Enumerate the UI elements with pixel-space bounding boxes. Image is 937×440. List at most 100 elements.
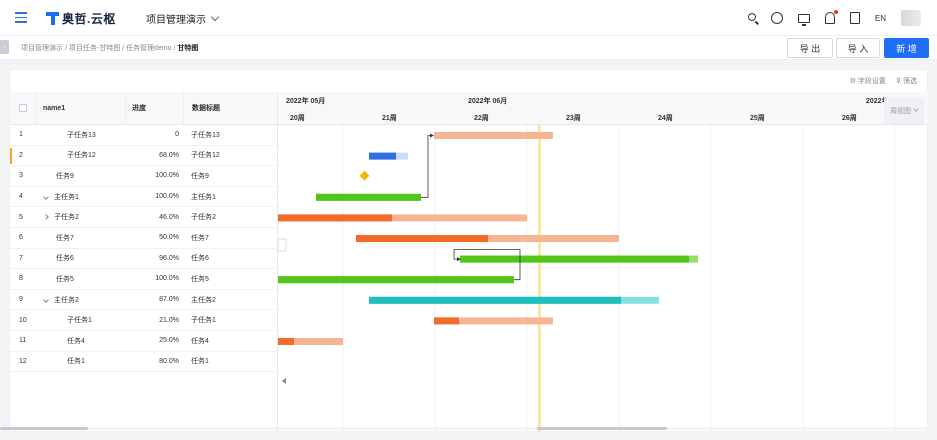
table-row[interactable]: 11 任务4 25.0% 任务4: [10, 331, 277, 352]
field-settings-button[interactable]: 字段设置: [850, 76, 886, 86]
progress-cell: 50.0%: [159, 234, 179, 242]
breadcrumb-separator: /: [122, 45, 125, 52]
sidebar-expand-tab[interactable]: ›: [0, 40, 9, 54]
row-index: 8: [19, 275, 23, 283]
week-label: 24周: [658, 115, 673, 122]
language-switch[interactable]: EN: [875, 14, 886, 23]
task-name-cell[interactable]: 子任务1: [36, 315, 125, 325]
breadcrumb-current: 甘特图: [177, 45, 199, 52]
task-name-cell[interactable]: 任务1: [36, 356, 125, 366]
export-button[interactable]: 导 出: [787, 38, 833, 58]
column-header-progress[interactable]: 进度: [125, 92, 183, 124]
row-index: 12: [19, 357, 27, 365]
table-row[interactable]: 4 主任务1 100.0% 主任务1: [10, 187, 277, 208]
palette-icon[interactable]: [770, 12, 783, 24]
table-row[interactable]: 2 子任务12 68.0% 子任务12: [10, 146, 277, 167]
project-selector[interactable]: 项目管理演示: [146, 11, 220, 26]
table-row[interactable]: 1 子任务13 0 子任务13: [10, 125, 277, 146]
task-name: 子任务2: [54, 214, 79, 222]
task-name-cell[interactable]: 子任务12: [36, 150, 125, 160]
task-bar-progress[interactable]: [369, 152, 396, 160]
breadcrumb-item[interactable]: 任务管理demo: [126, 45, 172, 52]
task-name: 任务9: [56, 172, 74, 180]
task-bar-progress[interactable]: [316, 193, 421, 201]
row-index: 4: [19, 193, 23, 201]
hamburger-menu-icon[interactable]: [15, 12, 27, 23]
horizontal-scroll-track: [9, 427, 928, 430]
task-name: 子任务13: [67, 131, 96, 139]
select-all-checkbox[interactable]: [19, 104, 27, 112]
task-bar-progress[interactable]: [278, 338, 294, 345]
table-row[interactable]: 5 子任务2 46.0% 子任务2: [10, 207, 277, 228]
table-row[interactable]: 6 任务7 50.0% 任务7: [10, 228, 277, 249]
breadcrumb-item[interactable]: 项目管理演示: [21, 45, 63, 52]
task-name-cell[interactable]: 主任务1: [36, 192, 125, 202]
logo-mark-icon: [46, 11, 59, 25]
data-title-cell: 任务1: [191, 358, 209, 366]
table-row[interactable]: 7 任务6 96.0% 任务6: [10, 249, 277, 270]
task-bar-progress[interactable]: [278, 214, 392, 222]
table-row[interactable]: 8 任务5 100.0% 任务5: [10, 269, 277, 290]
table-row[interactable]: 12 任务1 80.0% 任务1: [10, 352, 277, 373]
task-name: 任务5: [56, 275, 74, 283]
row-index: 1: [19, 131, 23, 139]
task-bar-progress[interactable]: [356, 235, 488, 242]
task-name: 子任务1: [67, 317, 92, 325]
data-title-cell: 子任务1: [191, 317, 216, 325]
task-name-cell[interactable]: 主任务2: [36, 295, 125, 305]
task-bar-progress[interactable]: [434, 317, 459, 325]
gantt-scrollbar[interactable]: [537, 427, 667, 430]
progress-cell: 100.0%: [155, 193, 179, 201]
avatar[interactable]: [901, 10, 921, 26]
milestone-diamond[interactable]: [359, 170, 370, 181]
filter-button[interactable]: 筛选: [896, 76, 917, 86]
task-bar-progress[interactable]: [369, 296, 621, 304]
breadcrumb-item[interactable]: 项目任务-甘特图: [69, 45, 120, 52]
brand-logo[interactable]: 奥哲.云枢: [46, 9, 116, 27]
task-name-cell[interactable]: 任务7: [36, 233, 125, 243]
grid-body: 1 子任务13 0 子任务13 2 子任务12 68.0% 子任务12 3 任务9 100.0% 任务…: [10, 125, 277, 373]
progress-cell: 25.0%: [159, 337, 179, 345]
task-name: 子任务12: [67, 152, 96, 160]
expand-caret-icon[interactable]: [43, 214, 49, 221]
monitor-icon[interactable]: [797, 13, 810, 26]
row-index: 6: [19, 234, 23, 242]
column-header-data-title[interactable]: 数据标题: [183, 92, 277, 124]
task-name-cell[interactable]: 任务4: [36, 336, 125, 346]
task-bar[interactable]: [434, 132, 553, 139]
task-bar-progress[interactable]: [460, 255, 689, 263]
week-label: 25周: [750, 115, 765, 122]
task-name-cell[interactable]: 子任务13: [36, 130, 125, 140]
task-name-cell[interactable]: 任务5: [36, 274, 125, 284]
task-name-cell[interactable]: 任务6: [36, 253, 125, 263]
gantt-timeline-header: 2022年 05月 2022年 06月 2022年 20周 21周 22周 23…: [278, 92, 928, 125]
view-mode-select[interactable]: 周视图: [884, 98, 924, 124]
task-name: 任务4: [67, 337, 85, 345]
table-row[interactable]: 9 主任务2 87.0% 主任务2: [10, 290, 277, 311]
progress-cell: 80.0%: [159, 357, 179, 365]
table-row[interactable]: 10 子任务1 21.0% 子任务1: [10, 310, 277, 331]
row-active-marker: [10, 147, 12, 164]
task-name: 主任务1: [54, 193, 79, 201]
table-row[interactable]: 3 任务9 100.0% 任务9: [10, 166, 277, 187]
row-index: 10: [19, 316, 27, 324]
search-icon[interactable]: [747, 13, 756, 21]
collapse-caret-icon[interactable]: [43, 296, 49, 303]
task-name-cell[interactable]: 任务9: [36, 171, 125, 181]
dependency-arrow: [453, 249, 521, 281]
collapse-caret-icon[interactable]: [43, 193, 49, 200]
gantt-panel: 字段设置 筛选 name1 进度 数据标题 1子任务130子任务132子任务12…: [9, 69, 928, 432]
book-icon[interactable]: [849, 12, 860, 24]
task-bar-progress[interactable]: [278, 276, 514, 284]
column-header-name[interactable]: name1: [36, 92, 125, 124]
task-name: 主任务2: [54, 296, 79, 304]
progress-cell: 21.0%: [159, 316, 179, 324]
import-button[interactable]: 导 入: [836, 38, 880, 58]
task-name-cell[interactable]: 子任务2: [36, 212, 125, 222]
bell-icon[interactable]: [824, 10, 838, 24]
brand-name: 奥哲.云枢: [62, 11, 116, 26]
new-button[interactable]: 新 增: [884, 38, 929, 58]
scroll-left-arrow-icon: [282, 378, 286, 384]
data-title-cell: 任务7: [191, 234, 209, 242]
grid-scrollbar[interactable]: [0, 427, 88, 430]
